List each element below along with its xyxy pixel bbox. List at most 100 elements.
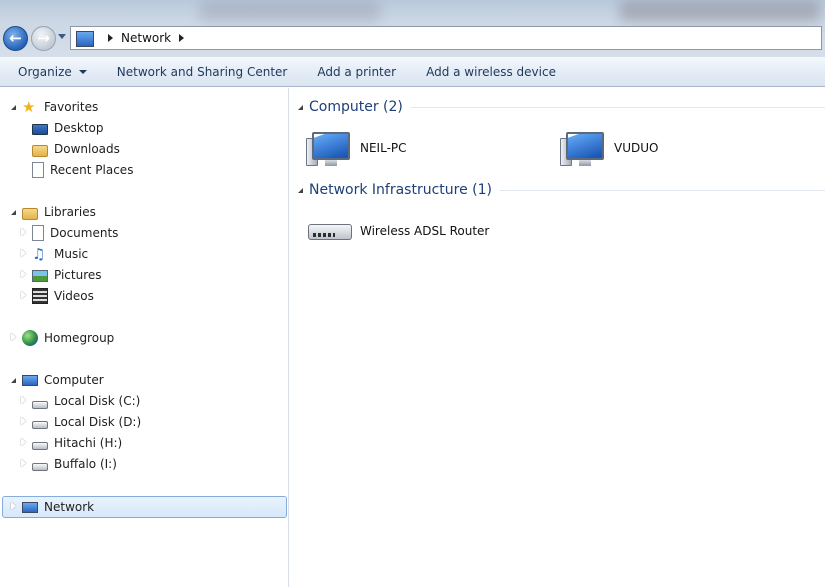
computer-tile[interactable]: VUDUO	[560, 126, 658, 170]
nav-favorites[interactable]: ★ Favorites	[8, 97, 98, 117]
collapse-arrow-icon[interactable]	[8, 103, 18, 112]
drive-icon	[32, 421, 48, 429]
computer-icon	[306, 128, 354, 168]
forward-arrow-icon: →	[37, 29, 50, 47]
collapse-arrow-icon[interactable]	[8, 376, 18, 385]
back-arrow-icon: ←	[9, 29, 22, 47]
expand-arrow-icon[interactable]	[18, 417, 28, 427]
nav-label: Computer	[44, 373, 104, 387]
nav-label: Music	[54, 247, 89, 261]
group-header-infrastructure[interactable]: Network Infrastructure (1)	[298, 180, 825, 200]
add-printer-button[interactable]: Add a printer	[317, 65, 396, 79]
pictures-icon	[32, 270, 48, 282]
nav-label: Homegroup	[44, 331, 115, 345]
nav-music[interactable]: ♫ Music	[18, 244, 88, 264]
nav-documents[interactable]: Documents	[18, 223, 118, 243]
nav-homegroup[interactable]: Homegroup	[8, 328, 114, 348]
documents-icon	[32, 225, 44, 241]
nav-label: Favorites	[44, 100, 99, 114]
nav-label: Pictures	[54, 268, 102, 282]
expand-arrow-icon[interactable]	[8, 333, 18, 343]
expand-arrow-icon[interactable]	[18, 249, 28, 259]
chevron-down-icon	[78, 69, 87, 74]
expand-arrow-icon[interactable]	[18, 270, 28, 280]
system-drive-icon	[32, 400, 48, 409]
nav-label: Local Disk (C:)	[54, 394, 141, 408]
drive-icon	[32, 442, 48, 450]
navigation-pane: ★ Favorites Desktop Downloads Recent Pla…	[0, 88, 289, 587]
breadcrumb-network[interactable]: Network	[121, 31, 171, 45]
nav-label: Network	[44, 500, 95, 514]
expand-arrow-icon[interactable]	[18, 438, 28, 448]
breadcrumb-chevron-icon[interactable]	[108, 34, 113, 42]
organize-label: Organize	[18, 64, 72, 79]
expand-arrow-icon[interactable]	[8, 502, 18, 512]
nav-label: Libraries	[44, 205, 96, 219]
breadcrumb-chevron-icon[interactable]	[179, 34, 185, 42]
expand-arrow-icon[interactable]	[18, 228, 28, 238]
group-title: Network Infrastructure (1)	[309, 182, 492, 198]
computer-icon	[560, 128, 608, 168]
recent-pages-dropdown[interactable]	[58, 34, 66, 39]
group-divider	[410, 106, 825, 108]
nav-label: Desktop	[54, 121, 104, 135]
organize-menu[interactable]: Organize	[18, 65, 87, 79]
group-divider	[499, 189, 825, 191]
nav-libraries[interactable]: Libraries	[8, 202, 96, 222]
command-bar: Organize Network and Sharing Center Add …	[0, 57, 825, 87]
music-note-icon: ♫	[32, 245, 46, 263]
collapse-arrow-icon[interactable]	[298, 104, 303, 110]
nav-label: Local Disk (D:)	[54, 415, 142, 429]
nav-network[interactable]: Network	[8, 497, 94, 517]
homegroup-icon	[22, 330, 38, 346]
group-header-computer[interactable]: Computer (2)	[298, 97, 825, 117]
nav-buffalo[interactable]: Buffalo (I:)	[18, 454, 117, 474]
nav-desktop[interactable]: Desktop	[18, 118, 104, 138]
address-bar[interactable]: Network	[70, 26, 822, 50]
nav-videos[interactable]: Videos	[18, 286, 94, 306]
nav-label: Recent Places	[50, 163, 134, 177]
background-blur	[200, 0, 380, 22]
nav-downloads[interactable]: Downloads	[18, 139, 120, 159]
tile-label: VUDUO	[614, 141, 659, 155]
network-icon	[76, 30, 94, 47]
computer-icon	[22, 375, 38, 386]
expand-arrow-icon[interactable]	[18, 459, 28, 469]
expand-arrow-icon[interactable]	[18, 291, 28, 301]
nav-computer[interactable]: Computer	[8, 370, 104, 390]
nav-recent-places[interactable]: Recent Places	[18, 160, 133, 180]
router-tile[interactable]: Wireless ADSL Router	[306, 209, 489, 253]
film-icon	[32, 288, 48, 304]
back-button[interactable]: ←	[3, 26, 28, 51]
recent-places-icon	[32, 162, 44, 178]
nav-local-disk-d[interactable]: Local Disk (D:)	[18, 412, 141, 432]
tile-label: Wireless ADSL Router	[360, 224, 490, 238]
router-icon	[306, 211, 354, 251]
computer-tile[interactable]: NEIL-PC	[306, 126, 407, 170]
tile-label: NEIL-PC	[360, 141, 407, 155]
background-blur	[620, 0, 820, 22]
expand-arrow-icon[interactable]	[18, 396, 28, 406]
content-pane: Computer (2) NEIL-PC VUDUO Network Infra…	[290, 88, 825, 587]
nav-label: Downloads	[54, 142, 120, 156]
downloads-folder-icon	[32, 144, 48, 157]
nav-pictures[interactable]: Pictures	[18, 265, 102, 285]
collapse-arrow-icon[interactable]	[8, 208, 18, 217]
group-title: Computer (2)	[309, 99, 403, 115]
nav-label: Documents	[50, 226, 119, 240]
desktop-icon	[32, 123, 48, 135]
star-icon: ★	[22, 98, 36, 116]
network-icon	[22, 502, 38, 513]
nav-hitachi[interactable]: Hitachi (H:)	[18, 433, 122, 453]
libraries-icon	[22, 207, 38, 220]
add-wireless-device-button[interactable]: Add a wireless device	[426, 65, 556, 79]
collapse-arrow-icon[interactable]	[298, 187, 303, 193]
nav-label: Hitachi (H:)	[54, 436, 123, 450]
title-bar: ← → Network	[0, 0, 825, 57]
nav-label: Videos	[54, 289, 94, 303]
nav-local-disk-c[interactable]: Local Disk (C:)	[18, 391, 140, 411]
forward-button[interactable]: →	[31, 26, 56, 51]
nav-label: Buffalo (I:)	[54, 457, 117, 471]
drive-icon	[32, 463, 48, 471]
network-sharing-center-button[interactable]: Network and Sharing Center	[117, 65, 288, 79]
